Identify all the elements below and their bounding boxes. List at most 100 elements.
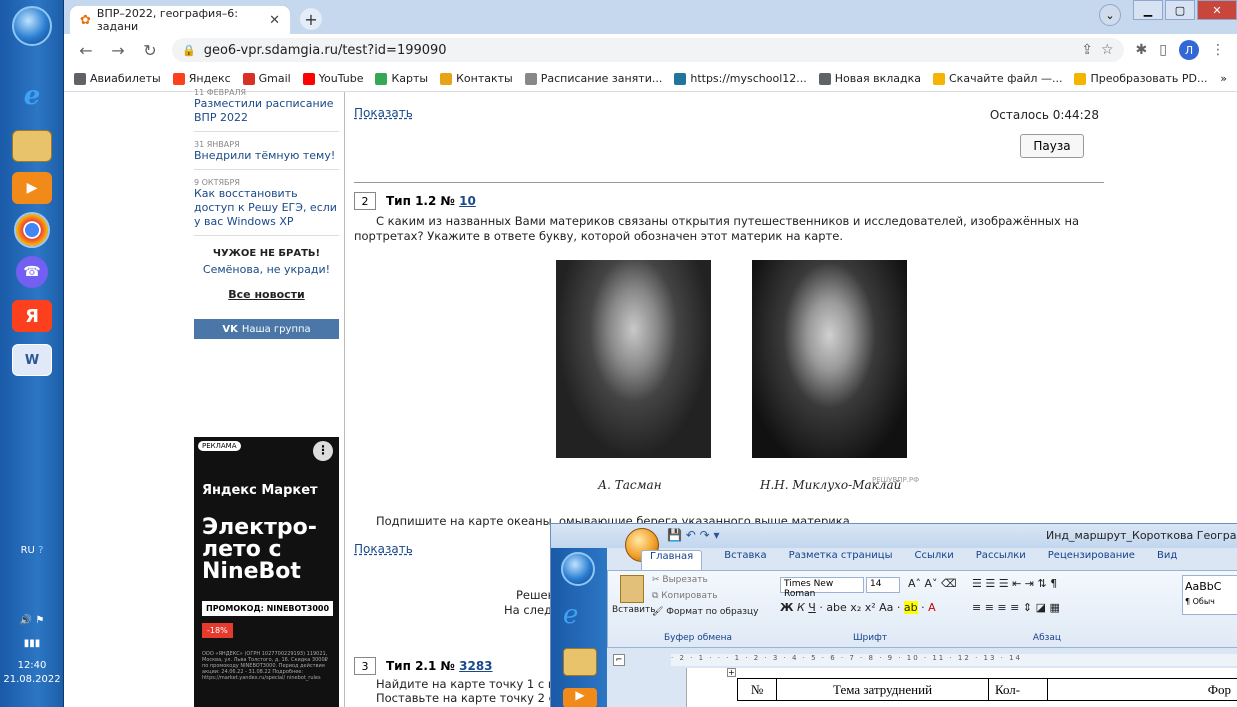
quick-access-toolbar[interactable]: 💾 ↶ ↷ ▾ [667, 528, 720, 542]
cut-button[interactable]: ✂ Вырезать [652, 575, 708, 585]
warning-text[interactable]: Семёнова, не укради! [194, 263, 339, 276]
bookmark-item[interactable]: https://myschool12... [674, 72, 807, 85]
bookmark-favicon-icon [440, 72, 453, 85]
bookmark-favicon-icon [375, 72, 388, 85]
clock-time[interactable]: 12:40 [0, 660, 64, 671]
grow-shrink-font-icon[interactable]: A˄ A˅ ⌫ [908, 577, 957, 590]
format-painter-label: Формат по образцу [666, 607, 759, 617]
profile-avatar[interactable]: Л [1179, 40, 1199, 60]
address-bar[interactable]: 🔒 geo6-vpr.sdamgia.ru/test?id=199090 ⇪ ☆ [172, 38, 1124, 62]
show-solution-link[interactable]: Показать [354, 106, 413, 120]
font-style-buttons[interactable]: Ж К Ч · abe x₂ x² Aa · ab · A [780, 601, 936, 614]
side-panel-icon[interactable]: ▯ [1159, 42, 1167, 58]
copy-button[interactable]: ⧉ Копировать [652, 591, 718, 601]
ribbon-tab[interactable]: Рассылки [976, 550, 1026, 570]
extensions-icon[interactable]: ✱ [1136, 42, 1148, 58]
menu-icon[interactable]: ⋮ [1211, 42, 1225, 58]
font-size-select[interactable]: 14 [866, 577, 900, 593]
network-icon[interactable]: ▮▮▮ [0, 638, 64, 649]
bookmark-favicon-icon [933, 72, 945, 85]
ribbon-tab[interactable]: Вставка [724, 550, 766, 570]
bookmark-item[interactable]: Карты [375, 72, 428, 85]
back-icon[interactable]: ← [76, 41, 96, 60]
font-name-select[interactable]: Times New Roman [780, 577, 864, 599]
tasman-portrait [556, 260, 711, 458]
bookmark-item[interactable]: Преобразовать PD... [1074, 72, 1207, 85]
file-explorer-icon[interactable] [12, 130, 52, 162]
ribbon-tab[interactable]: Главная [641, 550, 703, 570]
new-tab-button[interactable]: + [300, 8, 322, 30]
table-move-handle-icon[interactable]: + [727, 668, 736, 677]
lock-icon: 🔒 [182, 43, 196, 57]
minimize-button[interactable]: ▁ [1133, 0, 1163, 20]
paste-button[interactable]: Вставить [612, 605, 656, 615]
bookmark-item[interactable]: Скачайте файл —... [933, 72, 1062, 85]
bookmark-favicon-icon [242, 72, 255, 85]
question-id-link-3[interactable]: 3283 [459, 659, 492, 673]
bookmark-star-icon[interactable]: ☆ [1101, 42, 1114, 58]
forward-icon[interactable]: → [108, 41, 128, 60]
share-icon[interactable]: ⇪ [1081, 42, 1093, 58]
bookmarks-overflow-button[interactable]: » [1220, 72, 1227, 85]
ad-menu-icon[interactable]: ⋮ [313, 441, 333, 461]
miklukho-portrait [752, 260, 907, 458]
caption-tasman: А. Тасман [598, 478, 662, 492]
ribbon-tab[interactable]: Ссылки [914, 550, 953, 570]
bookmark-item[interactable]: Контакты [440, 72, 513, 85]
reload-icon[interactable]: ↻ [140, 41, 160, 60]
ribbon-tab[interactable]: Рецензирование [1048, 550, 1135, 570]
table-header-cell[interactable]: Фор [1046, 678, 1237, 701]
bookmark-item[interactable]: Gmail [242, 72, 291, 85]
word-icon[interactable]: W [12, 344, 52, 376]
table-header-cell[interactable]: № [736, 678, 778, 701]
language-indicator[interactable]: RU ? [0, 545, 64, 556]
table-header-cell[interactable]: Тема затруднений [776, 678, 989, 701]
tab-search-icon[interactable]: ⌄ [1099, 4, 1121, 26]
bookmark-label: Контакты [456, 72, 513, 85]
all-news-link[interactable]: Все новости [194, 288, 339, 301]
browser-tab[interactable]: ✿ ВПР–2022, география–6: задани ✕ [70, 6, 290, 34]
tab-close-icon[interactable]: ✕ [269, 13, 280, 28]
news-link[interactable]: Разместили расписание ВПР 2022 [194, 97, 339, 125]
bookmark-item[interactable]: Новая вкладка [818, 72, 921, 85]
volume-icon[interactable]: 🔊 ⚑ [0, 615, 64, 626]
start-button-2[interactable] [561, 552, 595, 586]
close-window-button[interactable]: ✕ [1197, 0, 1237, 20]
media-player-icon[interactable]: ▶ [12, 172, 52, 204]
ribbon-tab[interactable]: Разметка страницы [789, 550, 893, 570]
question-id-link[interactable]: 10 [459, 194, 476, 208]
show-answer-link[interactable]: Показать [354, 542, 413, 556]
style-gallery[interactable]: AaBbC ¶ Обыч [1182, 575, 1237, 615]
alignment-buttons[interactable]: ≡ ≡ ≡ ≡ ⇕ ◪ ▦ [972, 601, 1060, 614]
bookmark-item[interactable]: Авиабилеты [74, 72, 161, 85]
question-3-line-2: Поставьте на карте точку 2 с к [376, 691, 566, 705]
viber-icon[interactable]: ☎ [16, 256, 48, 288]
maximize-button[interactable]: ▢ [1165, 0, 1195, 20]
news-link[interactable]: Внедрили тёмную тему! [194, 149, 339, 163]
ribbon-tab[interactable]: Вид [1157, 550, 1177, 570]
paste-icon[interactable] [620, 575, 644, 603]
list-buttons[interactable]: ☰ ☰ ☰ ⇤ ⇥ ⇅ ¶ [972, 577, 1057, 590]
internet-explorer-icon[interactable]: e [12, 80, 52, 112]
internet-explorer-icon-2[interactable]: e [563, 600, 578, 630]
chrome-icon[interactable] [14, 212, 50, 248]
file-explorer-icon-2[interactable] [563, 648, 597, 676]
vk-group-button[interactable]: VK Наша группа [194, 319, 339, 339]
bookmark-item[interactable]: Яндекс [172, 72, 231, 85]
bookmark-item[interactable]: YouTube [302, 72, 363, 85]
table-header-cell[interactable]: Кол- [987, 678, 1048, 701]
question-header-3: Тип 2.1 № 3283 [386, 659, 493, 673]
clock-date[interactable]: 21.08.2022 [0, 674, 64, 685]
start-button[interactable] [12, 6, 52, 46]
ruler-toggle-icon[interactable]: ⌐ [613, 654, 625, 666]
yandex-icon[interactable]: Я [12, 300, 52, 332]
format-painter-button[interactable]: 🖌 Формат по образцу [652, 607, 758, 617]
window-controls: ⌄ ▁ ▢ ✕ [1099, 0, 1237, 26]
bookmark-item[interactable]: Расписание заняти... [524, 72, 662, 85]
word-window[interactable]: Инд_маршрут_Короткова География - e ▶ 💾 … [550, 523, 1237, 707]
media-player-icon-2[interactable]: ▶ [563, 688, 597, 707]
advertisement[interactable]: РЕКЛАМА ⋮ Яндекс Маркет Электро-лето с N… [194, 437, 339, 707]
document-page[interactable]: + № Тема затруднений Кол- Фор [686, 668, 1237, 707]
news-link[interactable]: Как восстановить доступ к Решу ЕГЭ, если… [194, 187, 339, 229]
pause-button[interactable]: Пауза [1020, 134, 1084, 158]
